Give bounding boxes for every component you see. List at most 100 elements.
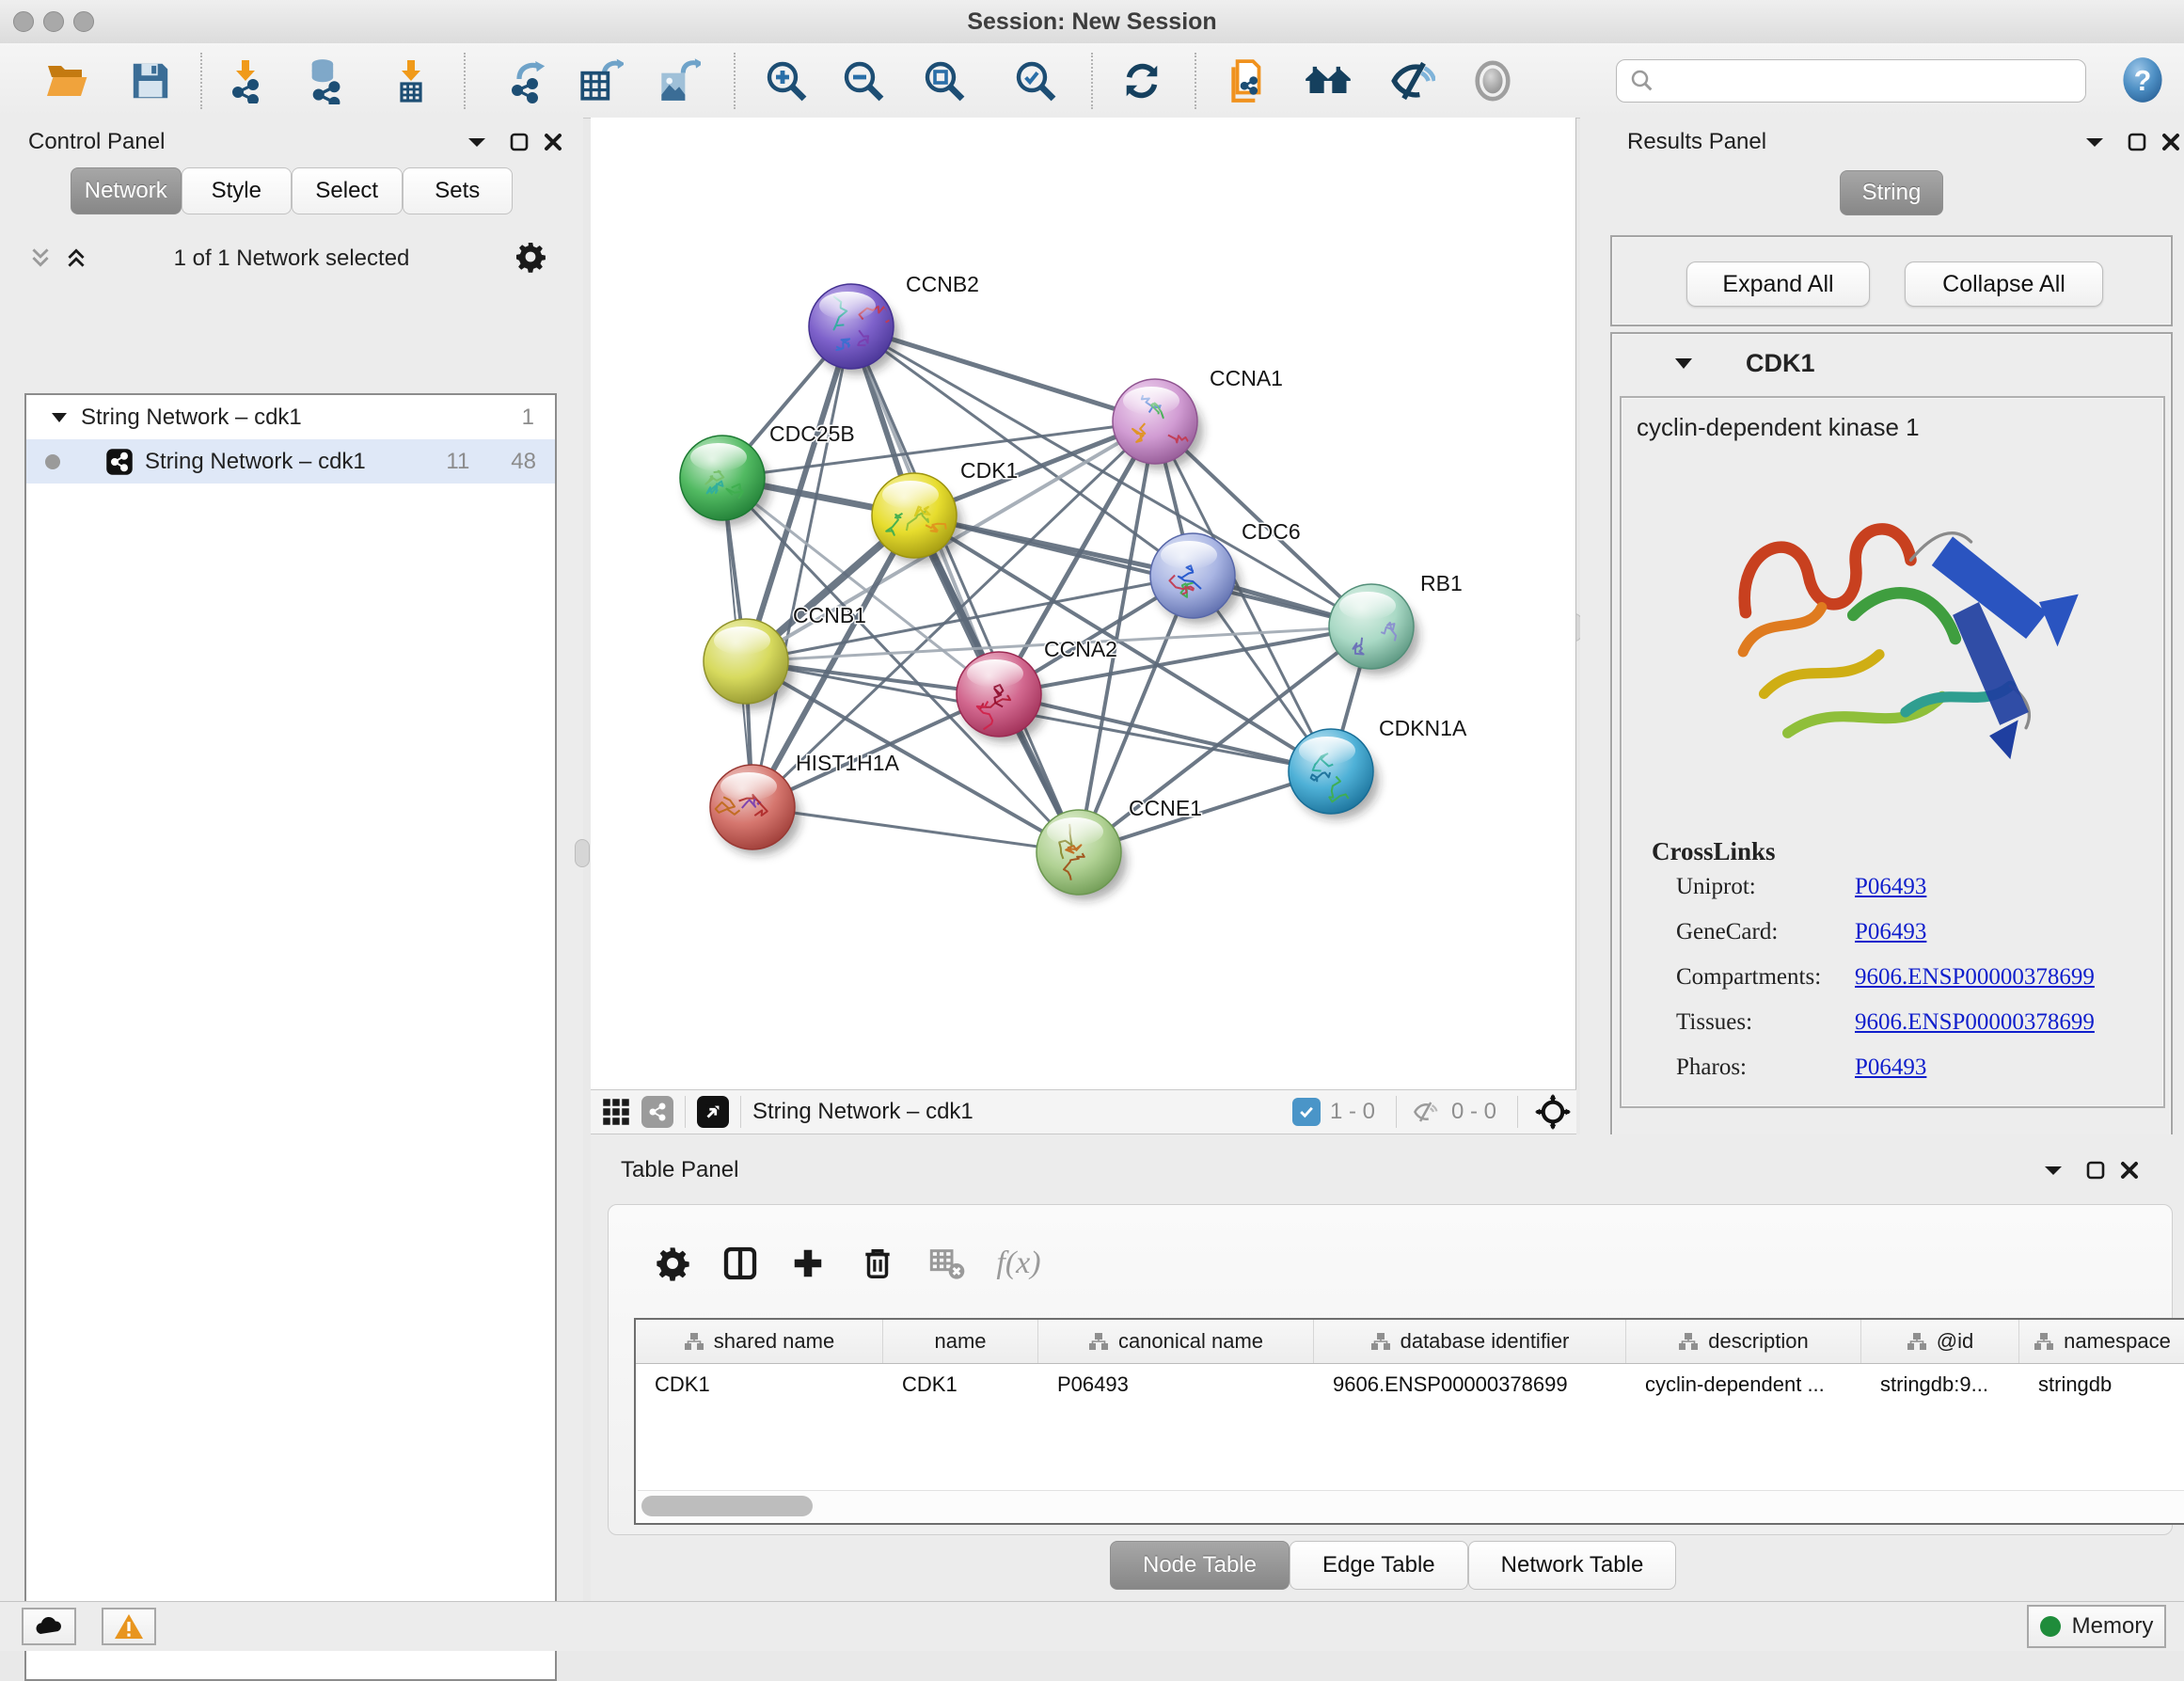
- node-CCNA1[interactable]: CCNA1: [1113, 366, 1283, 469]
- table-panel-close-icon[interactable]: [2116, 1157, 2143, 1183]
- control-panel-float-button[interactable]: [506, 129, 532, 155]
- control-panel-menu-button[interactable]: [463, 131, 491, 153]
- collection-count: 1: [522, 404, 534, 431]
- clone-network-icon[interactable]: [1223, 56, 1272, 105]
- entry-expander-icon[interactable]: [1674, 357, 1693, 371]
- crosslink-value[interactable]: 9606.ENSP00000378699: [1855, 964, 2095, 991]
- table-panel: Table Panel f(x) shared namenamecanonica…: [591, 1134, 2184, 1601]
- collection-expander-icon[interactable]: [51, 411, 68, 424]
- column-header-name[interactable]: name: [883, 1320, 1038, 1363]
- hide-panels-icon[interactable]: [1387, 56, 1436, 105]
- tab-string[interactable]: String: [1840, 170, 1943, 215]
- control-panel-close-icon[interactable]: [540, 129, 566, 155]
- column-header-database-identifier[interactable]: database identifier: [1314, 1320, 1626, 1363]
- memory-status-dot: [2040, 1616, 2061, 1637]
- columns-icon[interactable]: [714, 1237, 767, 1290]
- result-entry-header[interactable]: CDK1: [1612, 334, 2171, 392]
- export-image-icon[interactable]: [653, 56, 702, 105]
- crosslink-value[interactable]: P06493: [1855, 874, 1926, 900]
- table-horizontal-scrollbar[interactable]: [638, 1490, 2184, 1521]
- toolbar-separator: [464, 53, 466, 109]
- function-builder-icon[interactable]: f(x): [992, 1237, 1045, 1290]
- table-panel-menu-button[interactable]: [2039, 1159, 2067, 1181]
- scrollbar-thumb[interactable]: [641, 1496, 813, 1516]
- node-CDC25B[interactable]: CDC25B: [680, 421, 855, 526]
- column-label: database identifier: [1401, 1329, 1570, 1354]
- left-splitter-handle[interactable]: [575, 839, 590, 867]
- results-panel-menu-button[interactable]: [2081, 131, 2109, 153]
- network-collection-row[interactable]: String Network – cdk1 1: [26, 395, 555, 439]
- crosslink-label: Tissues:: [1676, 1009, 1855, 1036]
- search-input[interactable]: [1656, 61, 2085, 101]
- zoom-fit-icon[interactable]: [920, 56, 969, 105]
- refresh-view-icon[interactable]: [1117, 56, 1166, 105]
- export-table-icon[interactable]: [576, 56, 625, 105]
- crosslink-value[interactable]: P06493: [1855, 1055, 1926, 1081]
- crosslink-value[interactable]: P06493: [1855, 919, 1926, 945]
- delete-column-icon[interactable]: [851, 1237, 904, 1290]
- show-overview-icon[interactable]: [1468, 56, 1517, 105]
- table-row[interactable]: CDK1CDK1P064939606.ENSP00000378699cyclin…: [636, 1364, 2184, 1405]
- crosshair-icon[interactable]: [1529, 1090, 1576, 1134]
- tab-network[interactable]: Network: [71, 167, 182, 214]
- column-header-namespace[interactable]: namespace: [2019, 1320, 2184, 1363]
- edge-HIST1H1A-CCNE1[interactable]: [752, 807, 1079, 852]
- tab-network-table[interactable]: Network Table: [1468, 1541, 1677, 1590]
- results-panel-close-icon[interactable]: [2158, 129, 2184, 155]
- table-body: CDK1CDK1P064939606.ENSP00000378699cyclin…: [636, 1364, 2184, 1405]
- memory-button[interactable]: Memory: [2027, 1605, 2166, 1648]
- table-settings-icon[interactable]: [646, 1237, 699, 1290]
- tab-sets[interactable]: Sets: [403, 167, 514, 214]
- crosslink-value[interactable]: 9606.ENSP00000378699: [1855, 1009, 2095, 1036]
- node-HIST1H1A[interactable]: HIST1H1A: [710, 751, 900, 855]
- zoom-selected-icon[interactable]: [1011, 56, 1060, 105]
- tab-edge-table[interactable]: Edge Table: [1290, 1541, 1468, 1590]
- string-import-icon[interactable]: [1304, 56, 1353, 105]
- save-session-icon[interactable]: [126, 56, 175, 105]
- hidden-eye-icon[interactable]: [1408, 1098, 1442, 1126]
- edge-CCNA2-CDKN1A[interactable]: [999, 694, 1331, 771]
- crosslink-label: Uniprot:: [1676, 874, 1855, 900]
- zoom-in-icon[interactable]: [762, 56, 811, 105]
- network-canvas[interactable]: CCNB2CCNA1CDC25BCDK1CDC6RB1CCNB1CCNA2CDK…: [591, 118, 1576, 1089]
- import-table-file-icon[interactable]: [387, 56, 435, 105]
- delete-table-icon[interactable]: [921, 1237, 973, 1290]
- node-table[interactable]: shared namenamecanonical name database id…: [634, 1318, 2184, 1525]
- zoom-out-icon[interactable]: [839, 56, 888, 105]
- collapse-all-networks-icon[interactable]: [24, 242, 56, 274]
- node-CDKN1A[interactable]: CDKN1A: [1289, 716, 1467, 819]
- results-panel-float-button[interactable]: [2124, 129, 2150, 155]
- network-options-gear-icon[interactable]: [512, 238, 549, 276]
- share-network-icon[interactable]: [641, 1096, 673, 1128]
- expand-all-button[interactable]: Expand All: [1686, 262, 1870, 307]
- table-panel-float-button[interactable]: [2082, 1157, 2109, 1183]
- open-session-icon[interactable]: [42, 56, 91, 105]
- column-header-canonical-name[interactable]: canonical name: [1038, 1320, 1314, 1363]
- crosslinks-title: CrossLinks: [1652, 837, 2163, 866]
- add-column-icon[interactable]: [782, 1237, 834, 1290]
- export-network-icon[interactable]: [502, 56, 551, 105]
- grid-view-icon[interactable]: [591, 1090, 641, 1134]
- birdseye-toggle-icon[interactable]: [697, 1096, 729, 1128]
- collapse-all-button[interactable]: Collapse All: [1905, 262, 2103, 307]
- column-header-description[interactable]: description: [1626, 1320, 1861, 1363]
- selected-checkbox-icon[interactable]: [1292, 1098, 1321, 1126]
- tab-style[interactable]: Style: [182, 167, 293, 214]
- import-network-file-icon[interactable]: [221, 56, 270, 105]
- cloud-status-button[interactable]: [22, 1608, 76, 1645]
- tab-select[interactable]: Select: [292, 167, 403, 214]
- tab-node-table[interactable]: Node Table: [1110, 1541, 1290, 1590]
- gene-description: cyclin-dependent kinase 1: [1637, 413, 2163, 442]
- warning-icon: [114, 1613, 144, 1640]
- warning-status-button[interactable]: [102, 1608, 156, 1645]
- toolbar-separator: [734, 53, 736, 109]
- edge-CDK1-RB1[interactable]: [914, 515, 1371, 626]
- expand-all-networks-icon[interactable]: [60, 242, 92, 274]
- node-CDK1[interactable]: CDK1: [872, 458, 1018, 563]
- column-header-shared-name[interactable]: shared name: [636, 1320, 883, 1363]
- import-network-database-icon[interactable]: [300, 56, 349, 105]
- help-icon[interactable]: ?: [2118, 56, 2167, 104]
- column-header--id[interactable]: @id: [1861, 1320, 2019, 1363]
- network-row-selected[interactable]: String Network – cdk1 11 48: [26, 439, 555, 484]
- node-RB1[interactable]: RB1: [1329, 571, 1463, 674]
